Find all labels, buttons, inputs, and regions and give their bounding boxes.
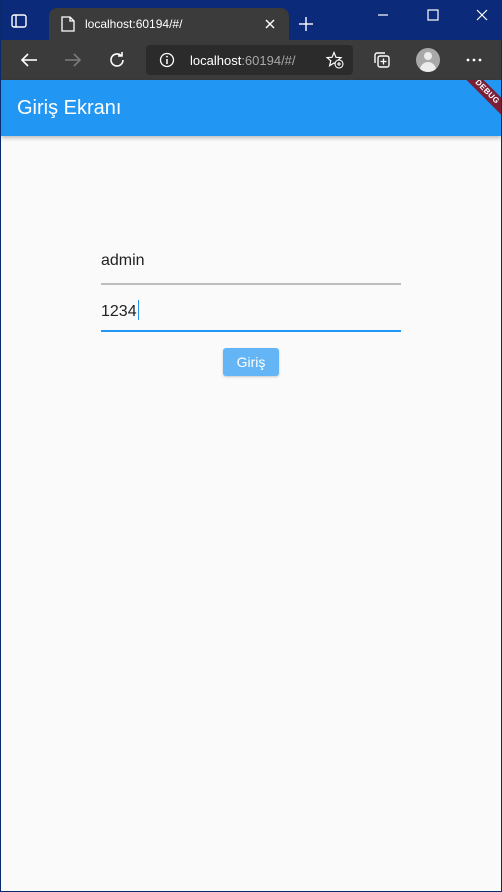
- site-info-icon[interactable]: [159, 52, 175, 68]
- page-title: Giriş Ekranı: [17, 97, 122, 119]
- collections-icon[interactable]: [372, 50, 392, 70]
- more-options-icon[interactable]: [464, 50, 484, 70]
- tab-title: localhost:60194/#/: [85, 17, 183, 31]
- password-value: 1234: [101, 303, 137, 320]
- close-tab-icon[interactable]: [263, 17, 277, 31]
- add-favorite-icon[interactable]: [326, 51, 344, 69]
- back-icon[interactable]: [19, 50, 39, 70]
- address-text: localhost:60194/#/: [190, 53, 296, 68]
- forward-icon[interactable]: [63, 50, 83, 70]
- maximize-icon[interactable]: [426, 8, 440, 22]
- title-bar: localhost:60194/#/: [1, 0, 501, 40]
- login-button[interactable]: Giriş: [223, 348, 279, 376]
- address-bar[interactable]: localhost:60194/#/: [146, 45, 353, 75]
- tab-actions-icon[interactable]: [11, 13, 27, 29]
- debug-banner: DEBUG: [454, 80, 501, 125]
- username-field[interactable]: admin: [101, 240, 401, 285]
- app-bar: Giriş Ekranı DEBUG: [1, 80, 501, 136]
- password-value-wrapper: 1234: [101, 300, 139, 321]
- browser-tab[interactable]: localhost:60194/#/: [49, 8, 289, 40]
- username-value: admin: [101, 252, 145, 269]
- password-field[interactable]: 1234: [101, 288, 401, 332]
- text-caret: [137, 300, 139, 320]
- address-host: localhost: [190, 53, 242, 68]
- browser-window: localhost:60194/#/ localhost:60194/#/ Gi…: [1, 0, 501, 891]
- minimize-icon[interactable]: [376, 8, 390, 22]
- page-icon: [61, 16, 75, 32]
- new-tab-icon[interactable]: [298, 16, 314, 32]
- profile-avatar[interactable]: [416, 48, 440, 72]
- browser-toolbar: localhost:60194/#/: [1, 40, 501, 80]
- address-path: :60194/#/: [241, 53, 296, 68]
- refresh-icon[interactable]: [107, 50, 127, 70]
- close-window-icon[interactable]: [475, 8, 489, 22]
